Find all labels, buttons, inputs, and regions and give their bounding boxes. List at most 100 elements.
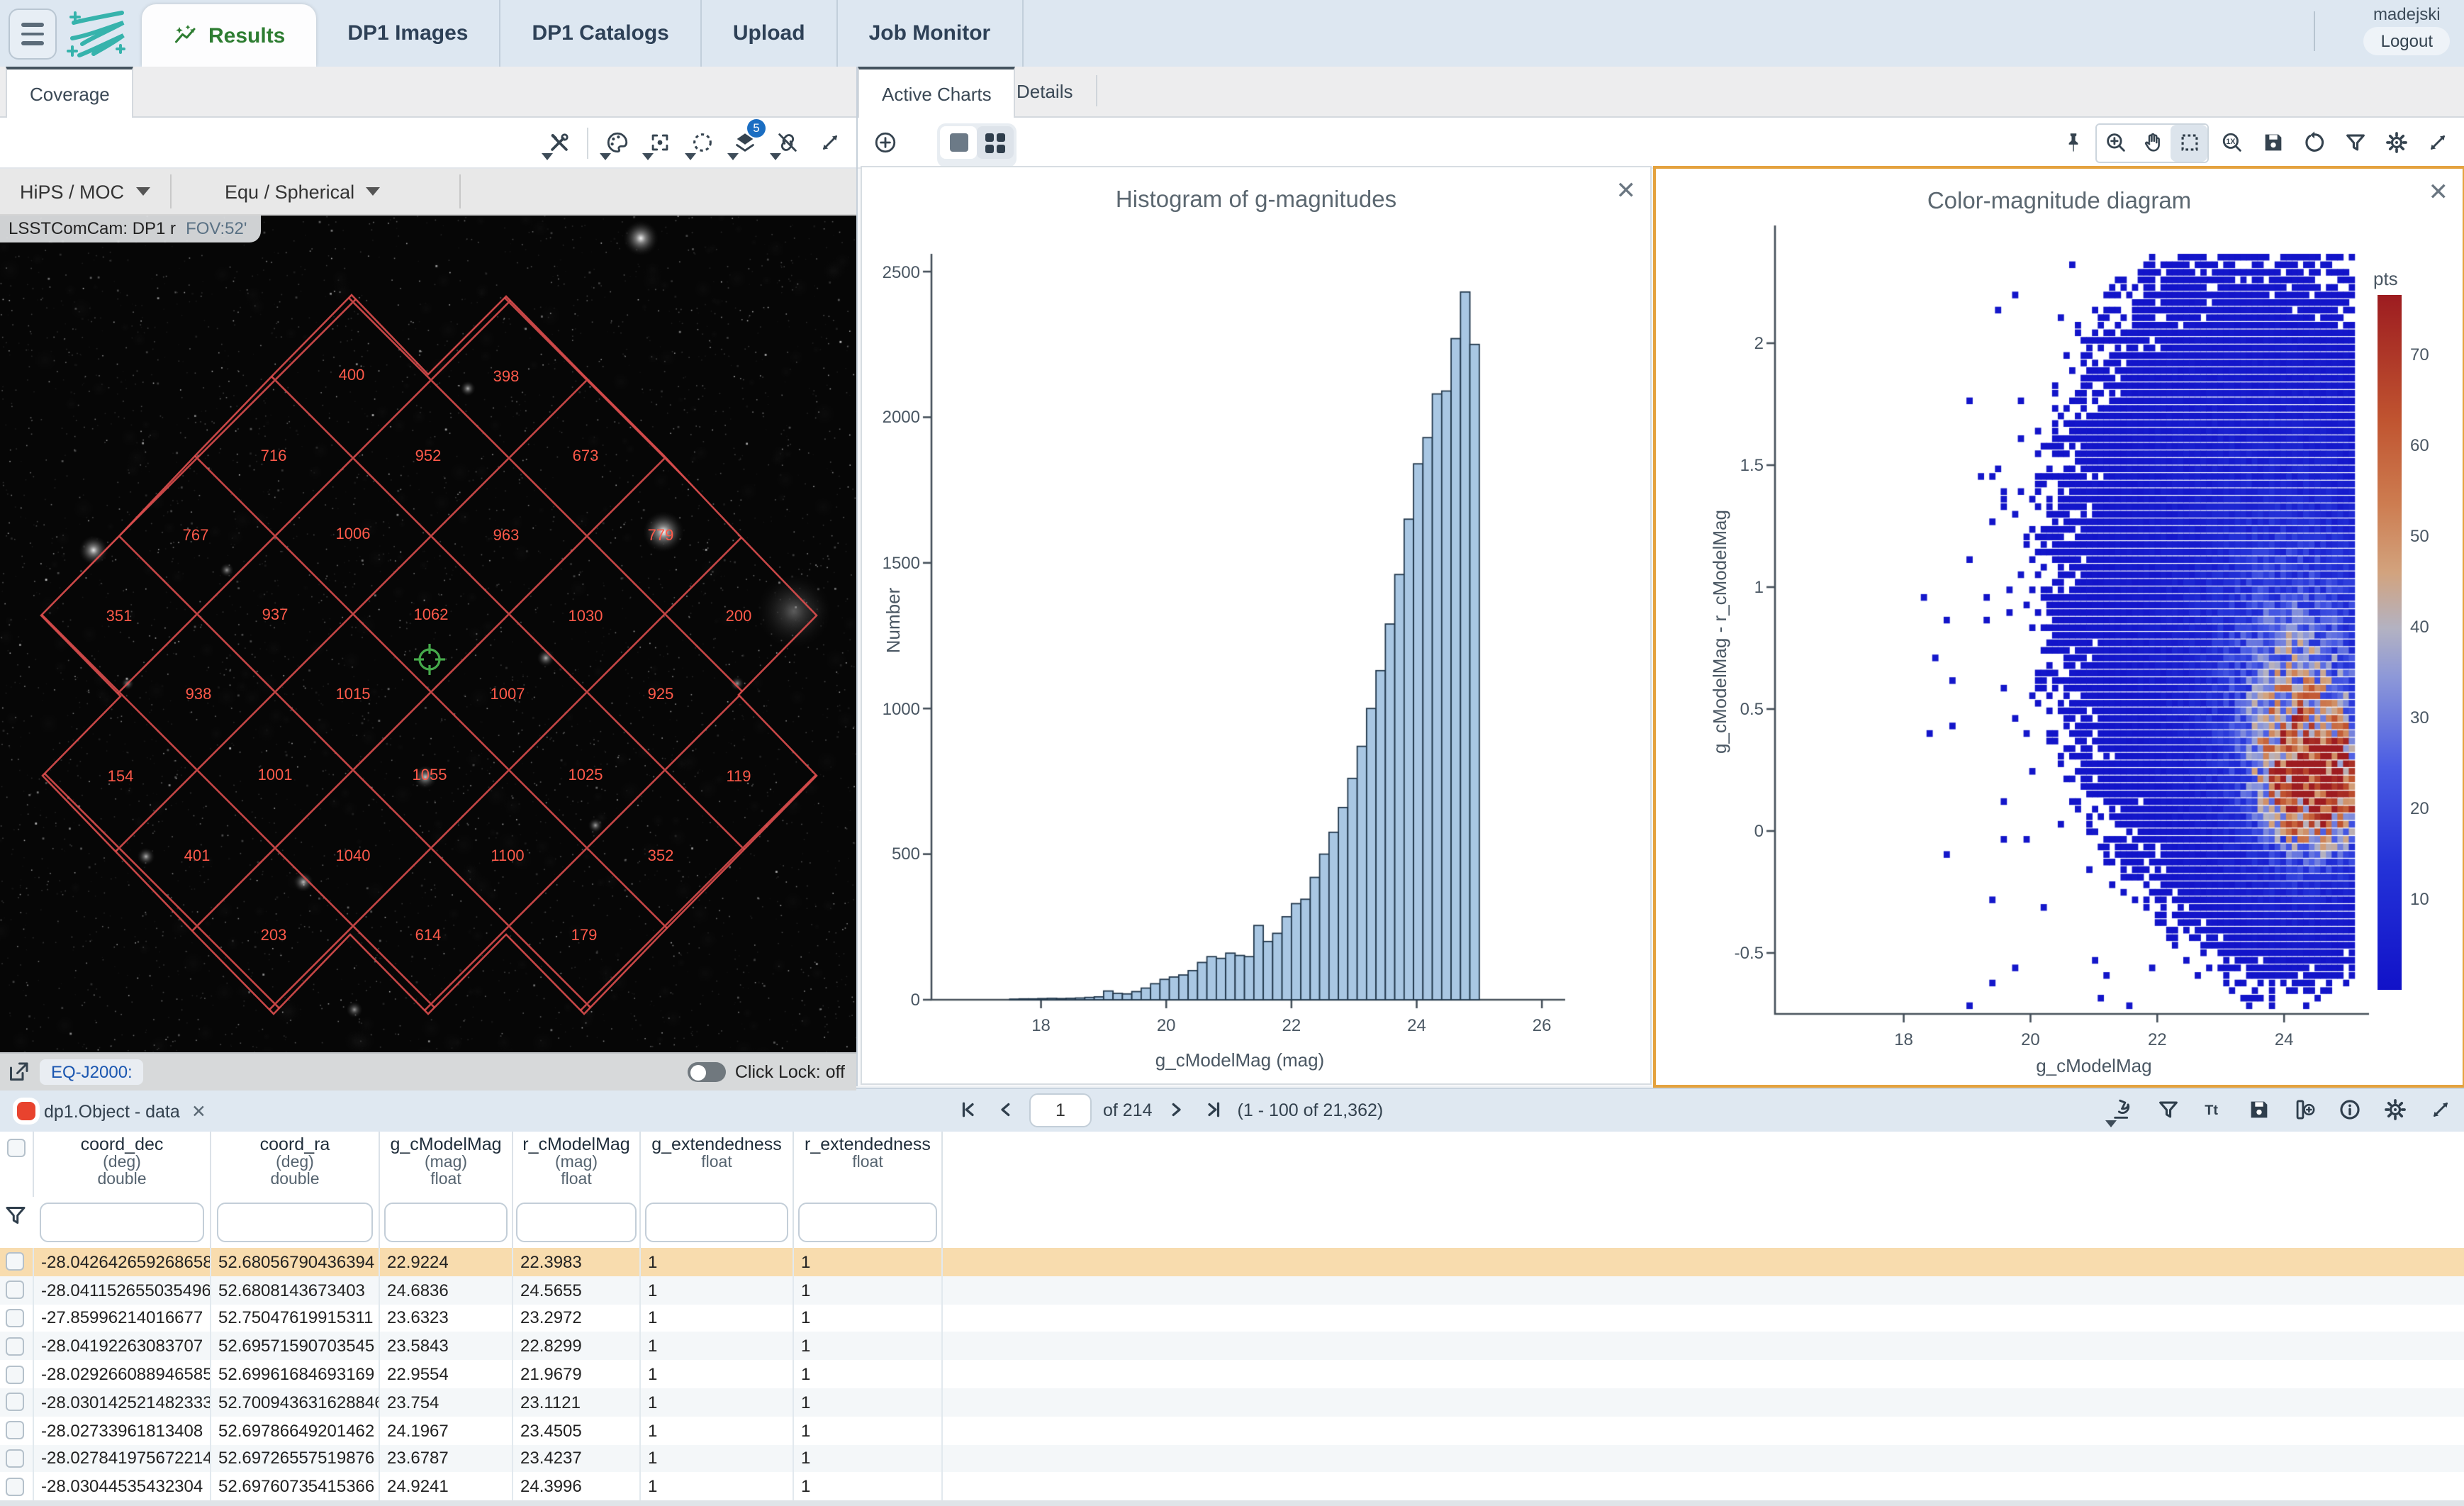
table-cell[interactable]: 1 xyxy=(794,1360,943,1388)
table-cell[interactable]: 52.69760735415366 xyxy=(211,1473,380,1500)
save-chart-button[interactable] xyxy=(2254,124,2291,161)
table-cell[interactable]: 22.9554 xyxy=(380,1360,513,1388)
prev-page-button[interactable] xyxy=(992,1097,1018,1122)
table-cell[interactable]: 52.68056790436394 xyxy=(211,1248,380,1276)
table-settings-button[interactable] xyxy=(2376,1091,2413,1128)
tab-active-charts[interactable]: Active Charts xyxy=(858,67,1016,118)
table-cell[interactable]: 22.9224 xyxy=(380,1248,513,1276)
logout-button[interactable]: Logout xyxy=(2364,27,2450,55)
table-cell[interactable]: 1 xyxy=(641,1248,794,1276)
save-table-button[interactable] xyxy=(2240,1091,2277,1128)
table-row[interactable]: -28.0304453543230452.6976073541536624.92… xyxy=(0,1473,2464,1500)
column-header-g_extendedness[interactable]: g_extendednessfloat xyxy=(641,1132,794,1197)
table-cell[interactable]: 1 xyxy=(641,1473,794,1500)
table-tab-dp1-object[interactable]: dp1.Object - data ✕ xyxy=(6,1096,218,1126)
tab-dp1-images[interactable]: DP1 Images xyxy=(316,0,500,67)
popout-readout-icon[interactable] xyxy=(6,1059,31,1085)
expand-table-button[interactable] xyxy=(2421,1091,2458,1128)
table-cell[interactable]: 1 xyxy=(794,1417,943,1445)
table-cell[interactable]: 21.9679 xyxy=(513,1360,641,1388)
center-on-button[interactable] xyxy=(641,124,678,161)
table-cell[interactable]: 1 xyxy=(794,1276,943,1305)
table-cell[interactable]: -28.041152655035496 xyxy=(34,1276,211,1305)
table-row[interactable]: -28.04264265926865852.6805679043639422.9… xyxy=(0,1248,2464,1278)
filter-input-r_cModelMag[interactable] xyxy=(517,1203,637,1242)
table-cell[interactable]: 23.754 xyxy=(380,1388,513,1417)
table-cell[interactable]: 52.69726557519876 xyxy=(211,1444,380,1473)
tab-results[interactable]: Results xyxy=(142,4,316,67)
tab-job-monitor[interactable]: Job Monitor xyxy=(838,0,1024,67)
projection-dropdown[interactable]: Equ / Spherical xyxy=(205,181,400,202)
tab-dp1-catalogs[interactable]: DP1 Catalogs xyxy=(500,0,701,67)
table-cell[interactable]: -28.04192263083707 xyxy=(34,1332,211,1361)
row-checkbox[interactable] xyxy=(6,1393,24,1412)
cmd-plot[interactable] xyxy=(1656,169,2463,1085)
table-cell[interactable]: 52.700943631628846 xyxy=(211,1388,380,1417)
table-row[interactable]: -28.02784197567221452.6972655751987623.6… xyxy=(0,1444,2464,1474)
table-cell[interactable]: 24.5655 xyxy=(513,1276,641,1305)
filter-input-r_extendedness[interactable] xyxy=(798,1203,936,1242)
hamburger-menu-icon[interactable] xyxy=(9,9,57,60)
next-page-button[interactable] xyxy=(1164,1097,1189,1122)
histogram-chart-card[interactable]: Histogram of g-magnitudes ✕ 050010001500… xyxy=(861,166,1652,1085)
column-header-g_cModelMag[interactable]: g_cModelMag(mag)float xyxy=(380,1132,513,1197)
last-page-button[interactable] xyxy=(1201,1097,1226,1122)
column-header-r_extendedness[interactable]: r_extendednessfloat xyxy=(794,1132,943,1197)
table-info-button[interactable] xyxy=(2331,1091,2368,1128)
expand-chart-button[interactable] xyxy=(2419,124,2455,161)
table-cell[interactable]: 52.6808143673403 xyxy=(211,1276,380,1305)
filter-row-icon[interactable] xyxy=(3,1203,28,1228)
expand-panel-button[interactable] xyxy=(811,124,848,161)
grid-view-button[interactable] xyxy=(977,126,1014,159)
table-cell[interactable]: 1 xyxy=(794,1444,943,1473)
row-checkbox[interactable] xyxy=(6,1421,24,1439)
table-cell[interactable]: 22.8299 xyxy=(513,1332,641,1361)
filter-input-g_extendedness[interactable] xyxy=(646,1203,788,1242)
row-checkbox[interactable] xyxy=(6,1337,24,1356)
table-row[interactable]: -27.8599621401667752.7504761991531123.63… xyxy=(0,1304,2464,1334)
table-cell[interactable]: 52.69571590703545 xyxy=(211,1332,380,1361)
sky-coverage-image[interactable]: 4003987169526737671006963779351937106210… xyxy=(0,216,856,1091)
table-cell[interactable]: -28.02733961813408 xyxy=(34,1417,211,1445)
select-region-button[interactable] xyxy=(683,124,720,161)
color-palette-button[interactable] xyxy=(598,124,635,161)
hips-moc-dropdown[interactable]: HiPS / MOC xyxy=(0,181,169,202)
table-cell[interactable]: -28.03044535432304 xyxy=(34,1473,211,1500)
table-cell[interactable]: 23.4237 xyxy=(513,1444,641,1473)
tab-details[interactable]: Details xyxy=(994,67,1096,115)
table-cell[interactable]: 23.4505 xyxy=(513,1417,641,1445)
layers-button[interactable]: 5 xyxy=(726,124,763,161)
table-cell[interactable]: 23.5843 xyxy=(380,1332,513,1361)
tab-upload[interactable]: Upload xyxy=(702,0,838,67)
tab-coverage[interactable]: Coverage xyxy=(6,67,134,118)
table-cell[interactable]: 1 xyxy=(641,1360,794,1388)
add-column-button[interactable] xyxy=(2285,1091,2322,1128)
table-cell[interactable]: 52.75047619915311 xyxy=(211,1304,380,1332)
table-cell[interactable]: 1 xyxy=(794,1332,943,1361)
chart-settings-button[interactable] xyxy=(2378,124,2414,161)
table-cell[interactable]: 1 xyxy=(794,1388,943,1417)
table-cell[interactable]: 23.6787 xyxy=(380,1444,513,1473)
filter-input-coord_dec[interactable] xyxy=(40,1203,203,1242)
table-cell[interactable]: 1 xyxy=(794,1248,943,1276)
box-select-button[interactable] xyxy=(2171,124,2207,161)
table-cell[interactable]: -28.029266088946585 xyxy=(34,1360,211,1388)
table-cell[interactable]: 1 xyxy=(641,1276,794,1305)
table-cell[interactable]: 1 xyxy=(794,1304,943,1332)
table-cell[interactable]: 23.1121 xyxy=(513,1388,641,1417)
click-lock-toggle[interactable] xyxy=(688,1062,727,1082)
tools-button[interactable] xyxy=(540,124,577,161)
row-checkbox[interactable] xyxy=(6,1449,24,1468)
table-cell[interactable]: 1 xyxy=(641,1304,794,1332)
table-cell[interactable]: 24.6836 xyxy=(380,1276,513,1305)
cmd-chart-card[interactable]: Color-magnitude diagram ✕ pts 21.510.50-… xyxy=(1653,166,2464,1088)
table-row[interactable]: -28.04115265503549652.680814367340324.68… xyxy=(0,1276,2464,1306)
table-cell[interactable]: 22.3983 xyxy=(513,1248,641,1276)
first-page-button[interactable] xyxy=(956,1097,981,1122)
coord-readout-label[interactable]: EQ-J2000: xyxy=(40,1059,144,1085)
table-cell[interactable]: 24.3996 xyxy=(513,1473,641,1500)
table-cell[interactable]: 52.69786649201462 xyxy=(211,1417,380,1445)
column-header-coord_dec[interactable]: coord_dec(deg)double xyxy=(34,1132,211,1197)
table-row[interactable]: -28.0419226308370752.6957159070354523.58… xyxy=(0,1332,2464,1362)
restore-chart-button[interactable] xyxy=(2295,124,2332,161)
